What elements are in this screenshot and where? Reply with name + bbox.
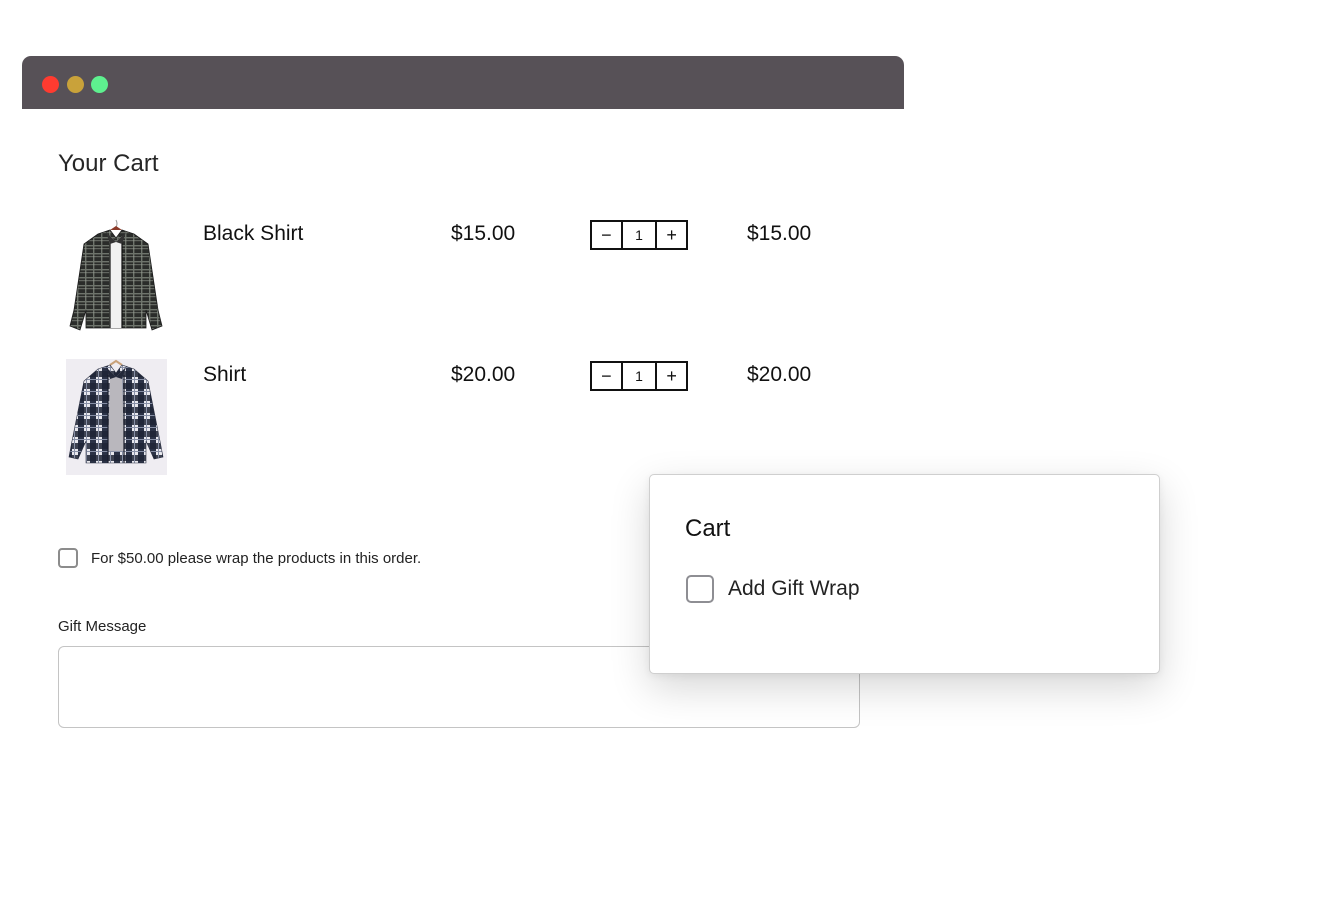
product-price: $15.00 — [451, 222, 516, 245]
increment-quantity-button[interactable]: + — [657, 222, 686, 248]
gift-message-label: Gift Message — [58, 618, 147, 635]
popup-title: Cart — [685, 515, 731, 542]
minimize-window-button[interactable] — [67, 76, 84, 93]
close-window-button[interactable] — [42, 76, 59, 93]
black-plaid-shirt-image — [66, 218, 167, 334]
blue-plaid-shirt-image — [66, 359, 167, 475]
decrement-quantity-button[interactable]: − — [592, 363, 621, 389]
quantity-value[interactable]: 1 — [620, 222, 658, 248]
gift-wrap-checkbox[interactable] — [58, 548, 78, 568]
cart-item-row: Shirt $20.00 − 1 + $20.00 — [58, 355, 878, 475]
cart-popup: Cart Add Gift Wrap — [649, 474, 1160, 674]
product-name[interactable]: Black Shirt — [203, 222, 303, 246]
browser-titlebar — [22, 56, 904, 109]
gift-wrap-option[interactable]: For $50.00 please wrap the products in t… — [58, 548, 421, 568]
product-subtotal: $20.00 — [747, 363, 812, 386]
zoom-window-button[interactable] — [91, 76, 108, 93]
increment-quantity-button[interactable]: + — [657, 363, 686, 389]
decrement-quantity-button[interactable]: − — [592, 222, 621, 248]
product-name[interactable]: Shirt — [203, 363, 246, 387]
quantity-stepper: − 1 + — [590, 361, 688, 391]
add-gift-wrap-checkbox[interactable] — [686, 575, 714, 603]
cart-item-row: Black Shirt $15.00 − 1 + $15.00 — [58, 214, 878, 334]
gift-wrap-label: For $50.00 please wrap the products in t… — [91, 549, 422, 567]
product-subtotal: $15.00 — [747, 222, 812, 245]
add-gift-wrap-option[interactable]: Add Gift Wrap — [686, 575, 860, 603]
add-gift-wrap-label: Add Gift Wrap — [728, 577, 860, 600]
quantity-value[interactable]: 1 — [620, 363, 658, 389]
page-title: Your Cart — [58, 150, 159, 177]
product-price: $20.00 — [451, 363, 516, 386]
quantity-stepper: − 1 + — [590, 220, 688, 250]
